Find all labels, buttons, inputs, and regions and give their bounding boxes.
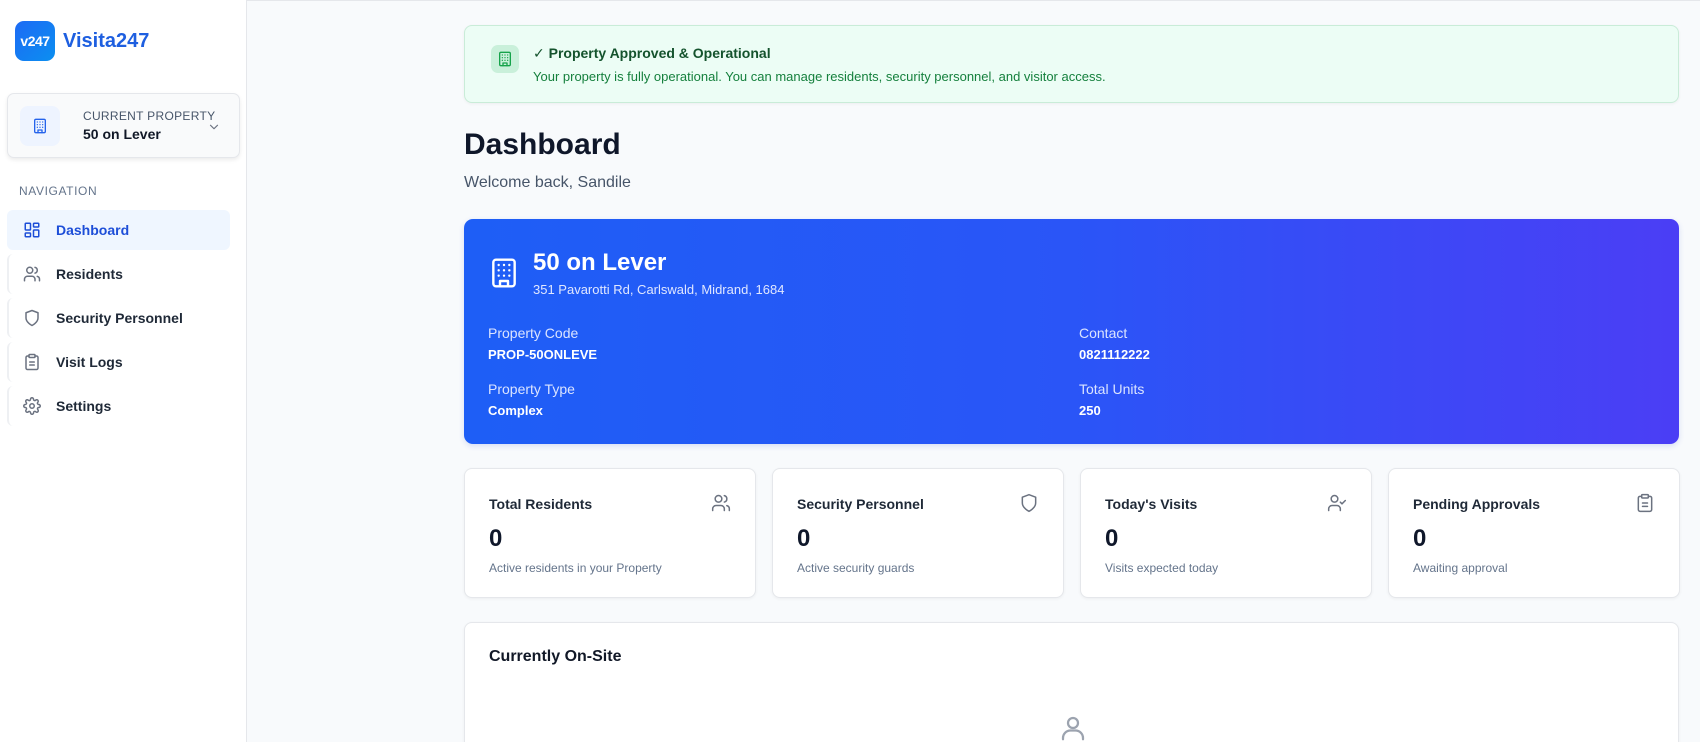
shield-icon <box>22 308 42 328</box>
property-switcher-label: CURRENT PROPERTY <box>83 109 216 123</box>
field-value: Complex <box>488 403 543 418</box>
stat-label: Total Residents <box>489 496 593 512</box>
property-code-field: Property Code PROP-50ONLEVE <box>488 325 597 362</box>
building-icon <box>20 105 60 146</box>
gear-icon <box>22 396 42 416</box>
user-check-icon <box>1327 493 1347 518</box>
field-value: 0821112222 <box>1079 347 1150 362</box>
field-label: Property Code <box>488 325 579 341</box>
logo-badge: v247 <box>15 21 55 61</box>
nav-section-title: NAVIGATION <box>19 184 98 198</box>
banner-message: Your property is fully operational. You … <box>533 69 1106 84</box>
chevron-down-icon <box>207 120 221 139</box>
stat-card-todays-visits: Today's Visits 0 Visits expected today <box>1080 468 1372 598</box>
contact-field: Contact 0821112222 <box>1079 325 1150 362</box>
user-icon <box>1058 713 1088 742</box>
stat-value: 0 <box>1413 525 1427 552</box>
stats-row: Total Residents 0 Active residents in yo… <box>464 468 1680 598</box>
stat-card-security-personnel: Security Personnel 0 Active security gua… <box>772 468 1064 598</box>
users-icon <box>22 264 42 284</box>
field-value: PROP-50ONLEVE <box>488 347 598 362</box>
stat-subtext: Visits expected today <box>1105 561 1219 575</box>
page-title: Dashboard <box>464 128 621 161</box>
welcome-text: Welcome back, Sandile <box>464 174 631 191</box>
property-switcher-value: 50 on Lever <box>83 126 161 142</box>
sidebar-item-label: Settings <box>56 398 112 414</box>
stat-card-pending-approvals: Pending Approvals 0 Awaiting approval <box>1388 468 1680 598</box>
users-icon <box>711 493 731 518</box>
sidebar-item-residents[interactable]: Residents <box>7 254 230 294</box>
sidebar-item-visit-logs[interactable]: Visit Logs <box>7 342 230 382</box>
sidebar-item-dashboard[interactable]: Dashboard <box>7 210 230 250</box>
sidebar: v247 Visita247 CURRENT PROPERTY 50 on Le… <box>0 0 247 742</box>
field-value: 250 <box>1079 403 1101 418</box>
clipboard-icon <box>22 352 42 372</box>
property-type-field: Property Type Complex <box>488 381 575 418</box>
sidebar-item-label: Residents <box>56 266 123 282</box>
field-label: Contact <box>1079 325 1128 341</box>
property-address: 351 Pavarotti Rd, Carlswald, Midrand, 16… <box>533 282 785 297</box>
stat-value: 0 <box>489 525 503 552</box>
clipboard-icon <box>1635 493 1655 518</box>
stat-card-total-residents: Total Residents 0 Active residents in yo… <box>464 468 756 598</box>
sidebar-item-label: Security Personnel <box>56 310 183 326</box>
stat-label: Today's Visits <box>1105 496 1198 512</box>
stat-label: Pending Approvals <box>1413 496 1541 512</box>
building-icon <box>491 45 519 73</box>
sidebar-item-label: Visit Logs <box>56 354 123 370</box>
approval-banner: ✓ Property Approved & Operational Your p… <box>464 25 1679 103</box>
stat-label: Security Personnel <box>797 496 924 512</box>
field-label: Total Units <box>1079 381 1145 397</box>
top-divider <box>247 0 1700 1</box>
total-units-field: Total Units 250 <box>1079 381 1144 418</box>
building-icon <box>488 257 520 294</box>
stat-subtext: Active security guards <box>797 561 915 575</box>
field-label: Property Type <box>488 381 575 397</box>
stat-subtext: Active residents in your Property <box>489 561 662 575</box>
currently-onsite-card: Currently On-Site <box>464 622 1679 742</box>
shield-icon <box>1019 493 1039 518</box>
sidebar-item-label: Dashboard <box>56 222 130 238</box>
section-title: Currently On-Site <box>489 648 622 665</box>
sidebar-nav: Dashboard Residents Security Personnel V… <box>7 210 230 430</box>
property-card: 50 on Lever 351 Pavarotti Rd, Carlswald,… <box>464 219 1679 444</box>
banner-title: ✓ Property Approved & Operational <box>533 45 771 61</box>
brand-logo[interactable]: v247 Visita247 <box>15 21 149 61</box>
stat-value: 0 <box>797 525 811 552</box>
sidebar-item-security-personnel[interactable]: Security Personnel <box>7 298 230 338</box>
sidebar-item-settings[interactable]: Settings <box>7 386 230 426</box>
brand-name: Visita247 <box>63 29 150 52</box>
dashboard-icon <box>22 220 42 240</box>
property-switcher[interactable]: CURRENT PROPERTY 50 on Lever <box>7 93 240 158</box>
stat-value: 0 <box>1105 525 1119 552</box>
property-name: 50 on Lever <box>533 249 667 276</box>
stat-subtext: Awaiting approval <box>1413 561 1508 575</box>
